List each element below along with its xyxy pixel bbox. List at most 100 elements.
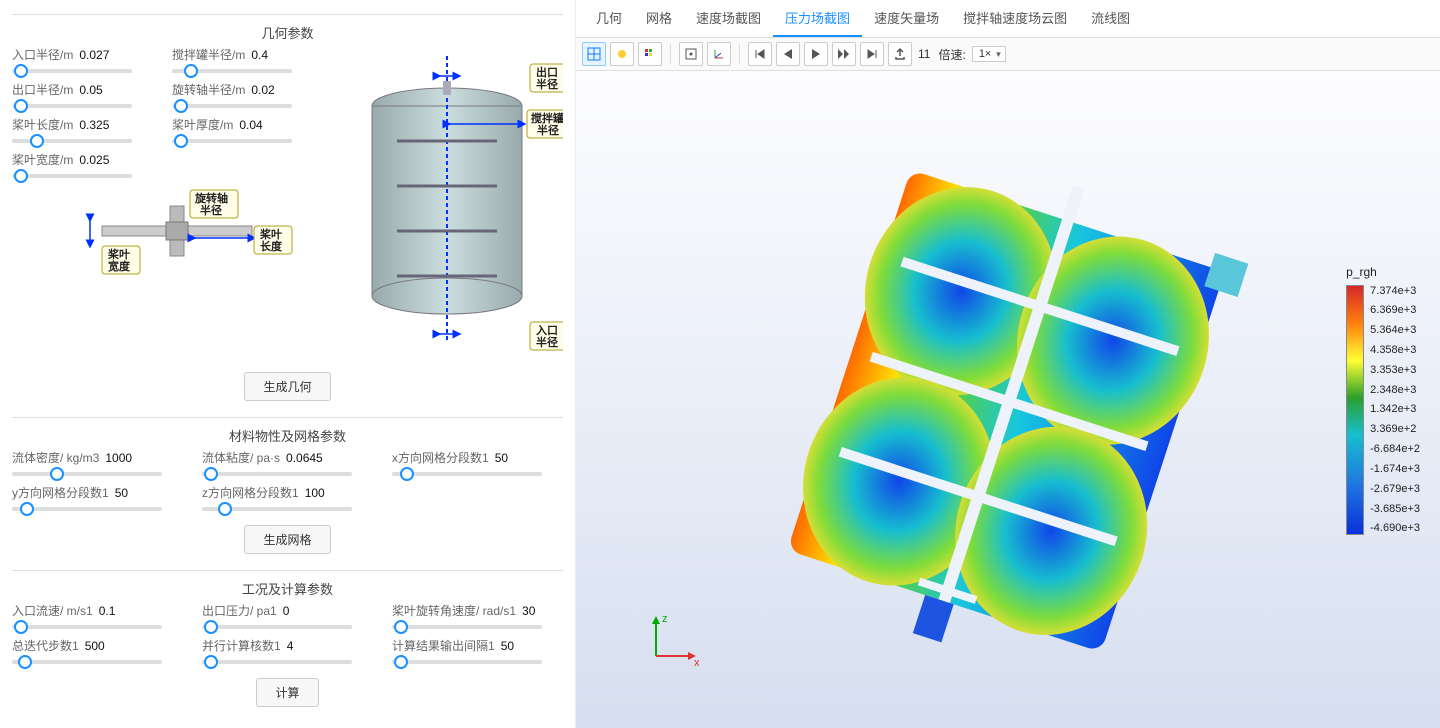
- nx-slider[interactable]: [392, 472, 542, 476]
- light-icon[interactable]: [610, 42, 634, 66]
- svg-text:入口: 入口: [536, 324, 558, 337]
- tab-velocity-vectors[interactable]: 速度矢量场: [862, 0, 951, 37]
- tank-r-slider[interactable]: [172, 69, 292, 73]
- blade-w-value: 0.025: [79, 153, 109, 167]
- viewer-toolbar: 11 倍速: 1×: [576, 38, 1440, 71]
- generate-mesh-button[interactable]: 生成网格: [244, 525, 330, 554]
- inlet-v-slider[interactable]: [12, 625, 162, 629]
- svg-text:搅拌罐: 搅拌罐: [531, 111, 563, 125]
- svg-text:x: x: [694, 657, 700, 668]
- nz-slider[interactable]: [202, 507, 352, 511]
- cores-slider[interactable]: [202, 660, 352, 664]
- compute-button[interactable]: 计算: [256, 678, 318, 707]
- shaft-r-value: 0.02: [251, 83, 274, 97]
- tab-shaft-velocity-contour[interactable]: 搅拌轴速度场云图: [951, 0, 1079, 37]
- speed-select[interactable]: 1×: [972, 46, 1007, 62]
- tank-diagram: 出口半径 搅拌罐半径 入口半径: [342, 46, 563, 366]
- svg-text:出口: 出口: [536, 65, 558, 79]
- ny-slider[interactable]: [12, 507, 162, 511]
- cores-label: 并行计算核数1: [202, 637, 281, 654]
- tab-pressure-slice[interactable]: 压力场截图: [773, 0, 862, 37]
- iters-value: 500: [85, 639, 105, 653]
- cores-value: 4: [287, 639, 294, 653]
- play-icon[interactable]: [804, 42, 828, 66]
- left-panel: 几何参数 入口半径/m 0.027 搅拌罐半径/m: [0, 0, 575, 728]
- nz-value: 100: [305, 486, 325, 500]
- tab-geometry[interactable]: 几何: [584, 0, 634, 37]
- shaft-r-slider[interactable]: [172, 104, 292, 108]
- viscosity-value: 0.0645: [286, 451, 323, 465]
- tank-r-value: 0.4: [251, 48, 268, 62]
- viscosity-slider[interactable]: [202, 472, 352, 476]
- view-cube-icon[interactable]: [582, 42, 606, 66]
- axes-toggle-icon[interactable]: [707, 42, 731, 66]
- colorbar-legend: p_rgh 7.374e+3 6.369e+3 5.364e+3 4.358e+…: [1346, 265, 1420, 535]
- ny-label: y方向网格分段数1: [12, 484, 109, 501]
- tab-velocity-slice[interactable]: 速度场截图: [684, 0, 773, 37]
- omega-value: 30: [522, 604, 535, 618]
- legend-title: p_rgh: [1346, 265, 1420, 279]
- outlet-r-slider[interactable]: [12, 104, 132, 108]
- svg-text:半径: 半径: [536, 77, 558, 91]
- blade-len-slider[interactable]: [12, 139, 132, 143]
- blade-w-slider[interactable]: [12, 174, 132, 178]
- outlet-r-label: 出口半径/m: [12, 81, 73, 98]
- prev-frame-icon[interactable]: [776, 42, 800, 66]
- svg-text:半径: 半径: [536, 335, 558, 349]
- pressure-viewport[interactable]: p_rgh 7.374e+3 6.369e+3 5.364e+3 4.358e+…: [576, 71, 1440, 728]
- shaft-r-label: 旋转轴半径/m: [172, 81, 245, 98]
- density-value: 1000: [105, 451, 132, 465]
- nz-label: z方向网格分段数1: [202, 484, 299, 501]
- axes-indicator: z x: [644, 608, 704, 668]
- inlet-r-slider[interactable]: [12, 69, 132, 73]
- inlet-v-value: 0.1: [99, 604, 116, 618]
- blade-th-value: 0.04: [239, 118, 262, 132]
- density-slider[interactable]: [12, 472, 162, 476]
- legend-colorbar: [1346, 285, 1364, 535]
- svg-text:半径: 半径: [537, 123, 559, 137]
- omega-slider[interactable]: [392, 625, 542, 629]
- speed-label: 倍速:: [936, 46, 967, 63]
- out-int-slider[interactable]: [392, 660, 542, 664]
- nx-value: 50: [495, 451, 508, 465]
- inlet-r-value: 0.027: [79, 48, 109, 62]
- svg-text:旋转轴: 旋转轴: [194, 191, 228, 205]
- svg-text:半径: 半径: [200, 203, 222, 217]
- inlet-r-label: 入口半径/m: [12, 46, 73, 63]
- iters-slider[interactable]: [12, 660, 162, 664]
- first-frame-icon[interactable]: [748, 42, 772, 66]
- nx-label: x方向网格分段数1: [392, 449, 489, 466]
- iters-label: 总迭代步数1: [12, 637, 79, 654]
- section-case-title: 工况及计算参数: [12, 570, 563, 602]
- fit-icon[interactable]: [679, 42, 703, 66]
- palette-icon[interactable]: [638, 42, 662, 66]
- legend-labels: 7.374e+3 6.369e+3 5.364e+3 4.358e+3 3.35…: [1370, 285, 1420, 535]
- blade-th-slider[interactable]: [172, 139, 292, 143]
- out-p-value: 0: [283, 604, 290, 618]
- svg-text:宽度: 宽度: [107, 259, 131, 273]
- out-p-slider[interactable]: [202, 625, 352, 629]
- pressure-contour: [696, 131, 1316, 691]
- right-panel: 几何 网格 速度场截图 压力场截图 速度矢量场 搅拌轴速度场云图 流线图 11 …: [575, 0, 1440, 728]
- blade-len-value: 0.325: [79, 118, 109, 132]
- viscosity-label: 流体粘度/ pa·s: [202, 449, 280, 466]
- generate-geometry-button[interactable]: 生成几何: [244, 372, 330, 401]
- ny-value: 50: [115, 486, 128, 500]
- blade-len-label: 桨叶长度/m: [12, 116, 73, 133]
- next-frame-icon[interactable]: [832, 42, 856, 66]
- svg-text:桨叶: 桨叶: [259, 227, 282, 241]
- blade-w-label: 桨叶宽度/m: [12, 151, 73, 168]
- frame-number: 11: [916, 47, 932, 61]
- density-label: 流体密度/ kg/m3: [12, 449, 99, 466]
- tab-streamlines[interactable]: 流线图: [1079, 0, 1142, 37]
- last-frame-icon[interactable]: [860, 42, 884, 66]
- tank-r-label: 搅拌罐半径/m: [172, 46, 245, 63]
- svg-text:桨叶: 桨叶: [107, 247, 130, 261]
- outlet-r-value: 0.05: [79, 83, 102, 97]
- out-int-value: 50: [501, 639, 514, 653]
- export-icon[interactable]: [888, 42, 912, 66]
- svg-text:z: z: [662, 613, 668, 625]
- tab-mesh[interactable]: 网格: [634, 0, 684, 37]
- svg-text:长度: 长度: [260, 239, 283, 253]
- out-int-label: 计算结果输出间隔1: [392, 637, 495, 654]
